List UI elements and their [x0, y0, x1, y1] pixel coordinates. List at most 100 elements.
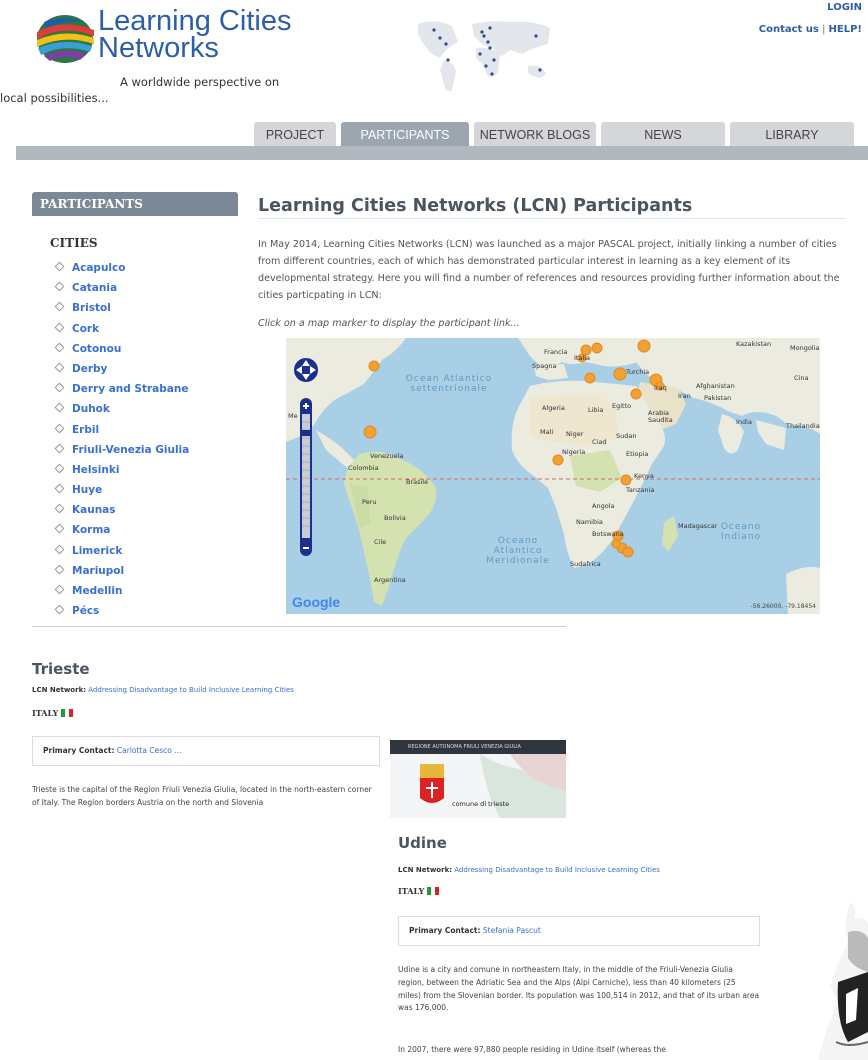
login-link[interactable]: LOGIN — [827, 2, 862, 13]
country-name: ITALY — [32, 708, 59, 718]
map-ocean-label: Ocean Atlantico settentrionale — [405, 374, 493, 394]
map-label: Colombia — [348, 464, 379, 472]
city-link[interactable]: Catania — [72, 282, 117, 294]
diamond-bullet-icon — [54, 483, 65, 494]
google-logo-text: Google — [292, 594, 341, 610]
contact-link[interactable]: Stefania Pascut — [483, 926, 541, 935]
network-link[interactable]: Addressing Disadvantage to Build Inclusi… — [88, 686, 294, 694]
city-link[interactable]: Pécs — [72, 605, 99, 617]
nav-tab-project[interactable]: PROJECT — [254, 122, 336, 146]
city-link[interactable]: Kaunas — [72, 504, 116, 516]
map-label: Sudan — [616, 432, 637, 440]
italy-flag-icon — [427, 887, 440, 895]
city-item[interactable]: Bristol — [54, 301, 189, 322]
city-link[interactable]: Cotonou — [72, 343, 121, 355]
city-item[interactable]: Derby — [54, 362, 189, 383]
city-item[interactable]: Limerick — [54, 544, 189, 565]
map-label: Bolivia — [384, 514, 406, 522]
city-link[interactable]: Cork — [72, 323, 99, 335]
city-item[interactable]: Korma — [54, 523, 189, 544]
contact-us-link[interactable]: Contact us — [759, 24, 819, 35]
city-item[interactable]: Pécs — [54, 604, 189, 625]
network-link[interactable]: Addressing Disadvantage to Build Inclusi… — [454, 866, 660, 874]
map-label: Cina — [794, 374, 809, 382]
section-divider — [32, 626, 566, 627]
map-label: Egitto — [612, 402, 632, 410]
city-item[interactable]: Erbil — [54, 423, 189, 444]
city-item[interactable]: Cotonou — [54, 342, 189, 363]
entry-body: Trieste is the capital of the Region Fri… — [32, 785, 372, 807]
nav-bar — [16, 146, 868, 160]
map-label: Ciad — [592, 438, 607, 446]
logo-title-line1: Learning Cities — [98, 5, 292, 37]
city-item[interactable]: Medellin — [54, 584, 189, 605]
city-item[interactable]: Kaunas — [54, 503, 189, 524]
map-label: Italia — [574, 354, 591, 362]
google-logo[interactable]: Google — [292, 594, 340, 610]
map-label: Libia — [588, 406, 604, 414]
map-label: Argentina — [374, 576, 406, 584]
diamond-bullet-icon — [54, 463, 65, 474]
diamond-bullet-icon — [54, 443, 65, 454]
city-link[interactable]: Derby — [72, 363, 107, 375]
nav-tab-network-blogs[interactable]: NETWORK BLOGS — [474, 122, 596, 146]
logo-globe-icon[interactable] — [34, 12, 96, 66]
entry-network: LCN Network: Addressing Disadvantage to … — [398, 866, 660, 874]
entry-title: Trieste — [32, 660, 90, 678]
city-item[interactable]: Catania — [54, 281, 189, 302]
map-label: Nigeria — [562, 448, 586, 456]
entry-title: Udine — [398, 834, 447, 852]
city-link[interactable]: Erbil — [72, 424, 99, 436]
contact-link[interactable]: Carlotta Cesco ... — [117, 746, 181, 755]
map-ocean-label: Oceano Indiano — [720, 522, 762, 542]
title-divider — [258, 218, 846, 219]
diamond-bullet-icon — [54, 402, 65, 413]
city-link[interactable]: Derry and Strabane — [72, 383, 188, 395]
map-label: Pakistan — [704, 394, 732, 402]
city-link[interactable]: Friuli-Venezia Giulia — [72, 444, 189, 456]
diamond-bullet-icon — [54, 503, 65, 514]
nav-tab-participants[interactable]: PARTICIPANTS — [341, 122, 469, 146]
city-link[interactable]: Korma — [72, 524, 110, 536]
participants-map[interactable]: Kazakistan Mongolia Francia Italia Spagn… — [286, 338, 820, 614]
city-item[interactable]: Derry and Strabane — [54, 382, 189, 403]
city-item[interactable]: Mariupol — [54, 564, 189, 585]
logo-title[interactable]: Learning Cities Networks — [98, 5, 292, 63]
city-link[interactable]: Bristol — [72, 302, 111, 314]
city-link[interactable]: Limerick — [72, 545, 122, 557]
divider: | — [821, 24, 826, 35]
map-ocean-label: Oceano Atlantico Meridionale — [486, 536, 550, 566]
city-item[interactable]: Huye — [54, 483, 189, 504]
contact-label: Primary Contact: — [409, 926, 481, 935]
sidebar-heading: PARTICIPANTS — [32, 192, 238, 216]
intro-text: In May 2014, Learning Cities Networks (L… — [258, 239, 840, 301]
city-link[interactable]: Huye — [72, 484, 102, 496]
city-item[interactable]: Friuli-Venezia Giulia — [54, 443, 189, 464]
city-link[interactable]: Helsinki — [72, 464, 119, 476]
city-item[interactable]: Helsinki — [54, 463, 189, 484]
diamond-bullet-icon — [54, 342, 65, 353]
help-link[interactable]: HELP! — [829, 24, 862, 35]
map-canvas[interactable] — [286, 338, 820, 614]
diamond-bullet-icon — [54, 281, 65, 292]
image-caption: comune di trieste — [452, 800, 510, 808]
network-label: LCN Network: — [32, 686, 87, 694]
map-label: Niger — [566, 430, 584, 438]
nav-tab-news[interactable]: NEWS — [601, 122, 725, 146]
city-link[interactable]: Duhok — [72, 403, 110, 415]
diamond-bullet-icon — [54, 362, 65, 373]
main-nav: PROJECT PARTICIPANTS NETWORK BLOGS NEWS … — [254, 122, 859, 146]
map-label: Madagascar — [678, 522, 718, 530]
map-label: Etiopia — [626, 450, 649, 458]
city-link[interactable]: Acapulco — [72, 262, 125, 274]
city-item[interactable]: Cork — [54, 322, 189, 343]
map-label: Sudafrica — [570, 560, 601, 568]
city-item[interactable]: Acapulco — [54, 261, 189, 282]
city-link[interactable]: Medellin — [72, 585, 122, 597]
nav-tab-library[interactable]: LIBRARY — [730, 122, 854, 146]
sidebar-subheading: CITIES — [50, 236, 98, 250]
network-label: LCN Network: — [398, 866, 453, 874]
map-label: Algeria — [542, 404, 565, 412]
city-link[interactable]: Mariupol — [72, 565, 124, 577]
city-item[interactable]: Duhok — [54, 402, 189, 423]
